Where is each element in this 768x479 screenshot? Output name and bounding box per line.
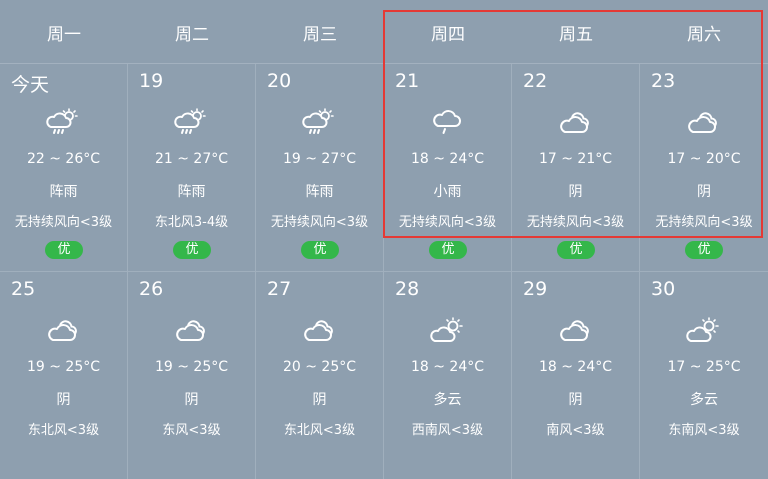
aqi-badge: 优 bbox=[173, 241, 211, 259]
day-cell: 25 19 ~ 25°C 阴东北风<3级 bbox=[0, 272, 128, 479]
wind-info: 东北风<3级 bbox=[283, 423, 356, 438]
weather-description: 阴 bbox=[697, 184, 711, 200]
temperature-range: 18 ~ 24°C bbox=[410, 151, 485, 167]
day-cell: 23 17 ~ 20°C 阴无持续风向<3级优 bbox=[640, 64, 768, 272]
day-number: 28 bbox=[395, 278, 420, 300]
wind-info: 西南风<3级 bbox=[411, 423, 484, 438]
weather-description: 阴 bbox=[568, 184, 583, 200]
wind-info: 无持续风向<3级 bbox=[14, 215, 113, 230]
temperature-range: 17 ~ 21°C bbox=[538, 151, 613, 167]
forecast-grid: 今天 22 ~ 26°C 阵雨 无持续风向<3级优 19 21 ~ 27°C 阵雨 东北风3-… bbox=[0, 64, 768, 479]
weekday-header: 周一 周二 周三 周四 周五 周六 bbox=[0, 0, 768, 64]
wind-info: 东风<3级 bbox=[162, 423, 221, 438]
overcast-icon bbox=[557, 316, 593, 344]
wind-info: 无持续风向<3级 bbox=[655, 215, 753, 230]
wind-info: 南风<3级 bbox=[546, 423, 605, 438]
aqi-badge: 优 bbox=[45, 241, 83, 259]
day-number: 19 bbox=[139, 70, 164, 92]
weather-description: 阴 bbox=[184, 392, 199, 408]
wind-info: 东南风<3级 bbox=[668, 423, 740, 438]
day-cell: 21 18 ~ 24°C 小雨无持续风向<3级优 bbox=[384, 64, 512, 272]
day-number: 20 bbox=[267, 70, 292, 92]
temperature-range: 19 ~ 27°C bbox=[282, 151, 357, 167]
weekday-label: 周六 bbox=[687, 25, 721, 45]
weather-description: 阴 bbox=[56, 392, 71, 408]
day-number: 25 bbox=[11, 278, 36, 300]
aqi-badge: 优 bbox=[685, 241, 723, 259]
aqi-badge: 优 bbox=[301, 241, 339, 259]
temperature-range: 22 ~ 26°C bbox=[26, 151, 101, 167]
weather-description: 多云 bbox=[690, 392, 718, 408]
day-cell: 26 19 ~ 25°C 阴东风<3级 bbox=[128, 272, 256, 479]
temperature-range: 18 ~ 24°C bbox=[410, 359, 485, 375]
weather-description: 阴 bbox=[568, 392, 583, 408]
temperature-range: 19 ~ 25°C bbox=[26, 359, 101, 375]
temperature-range: 21 ~ 27°C bbox=[154, 151, 229, 167]
temperature-range: 19 ~ 25°C bbox=[154, 359, 229, 375]
overcast-icon bbox=[45, 316, 81, 344]
temperature-range: 18 ~ 24°C bbox=[538, 359, 613, 375]
day-number: 26 bbox=[139, 278, 164, 300]
day-number: 29 bbox=[523, 278, 548, 300]
overcast-icon bbox=[301, 316, 337, 344]
aqi-badge: 优 bbox=[429, 241, 467, 259]
wind-info: 无持续风向<3级 bbox=[270, 215, 369, 230]
partly-cloudy-icon bbox=[685, 316, 721, 344]
partly-cloudy-icon bbox=[429, 316, 465, 344]
day-cell: 19 21 ~ 27°C 阵雨东北风3-4级优 bbox=[128, 64, 256, 272]
day-number: 30 bbox=[651, 278, 676, 300]
weather-description: 小雨 bbox=[433, 184, 462, 200]
overcast-icon bbox=[685, 108, 721, 136]
overcast-icon bbox=[557, 108, 593, 136]
rain-sun-icon bbox=[173, 108, 209, 136]
weather-description: 阵雨 bbox=[305, 184, 334, 200]
day-number: 21 bbox=[395, 70, 420, 92]
aqi-badge: 优 bbox=[557, 241, 595, 259]
weekday-label: 周二 bbox=[175, 25, 209, 45]
wind-info: 无持续风向<3级 bbox=[526, 215, 625, 230]
day-cell: 今天 22 ~ 26°C 阵雨无持续风向<3级优 bbox=[0, 64, 128, 272]
weekday-label: 周五 bbox=[559, 25, 593, 45]
temperature-range: 20 ~ 25°C bbox=[282, 359, 357, 375]
weather-description: 阵雨 bbox=[177, 184, 206, 200]
weekday-label: 周一 bbox=[47, 25, 81, 45]
day-number: 今天 bbox=[11, 74, 50, 96]
rain-sun-icon bbox=[301, 108, 337, 136]
temperature-range: 17 ~ 25°C bbox=[667, 359, 741, 375]
day-cell: 20 19 ~ 27°C 阵雨无持续风向<3级优 bbox=[256, 64, 384, 272]
overcast-icon bbox=[173, 316, 209, 344]
weather-description: 阵雨 bbox=[49, 184, 78, 200]
day-number: 27 bbox=[267, 278, 292, 300]
wind-info: 东北风<3级 bbox=[27, 423, 100, 438]
day-cell: 28 18 ~ 24°C 多云西南风<3级 bbox=[384, 272, 512, 479]
temperature-range: 17 ~ 20°C bbox=[667, 151, 741, 167]
light-rain-icon bbox=[429, 108, 465, 136]
wind-info: 东北风3-4级 bbox=[154, 215, 229, 230]
weekday-label: 周三 bbox=[303, 25, 337, 45]
day-number: 23 bbox=[651, 70, 676, 92]
weekday-label: 周四 bbox=[431, 25, 465, 45]
weather-description: 阴 bbox=[312, 392, 327, 408]
rain-sun-icon bbox=[45, 108, 81, 136]
day-cell: 30 17 ~ 25°C 多云东南风<3级 bbox=[640, 272, 768, 479]
weather-description: 多云 bbox=[433, 392, 462, 408]
day-cell: 22 17 ~ 21°C 阴无持续风向<3级优 bbox=[512, 64, 640, 272]
day-cell: 27 20 ~ 25°C 阴东北风<3级 bbox=[256, 272, 384, 479]
wind-info: 无持续风向<3级 bbox=[398, 215, 497, 230]
day-cell: 29 18 ~ 24°C 阴南风<3级 bbox=[512, 272, 640, 479]
day-number: 22 bbox=[523, 70, 548, 92]
